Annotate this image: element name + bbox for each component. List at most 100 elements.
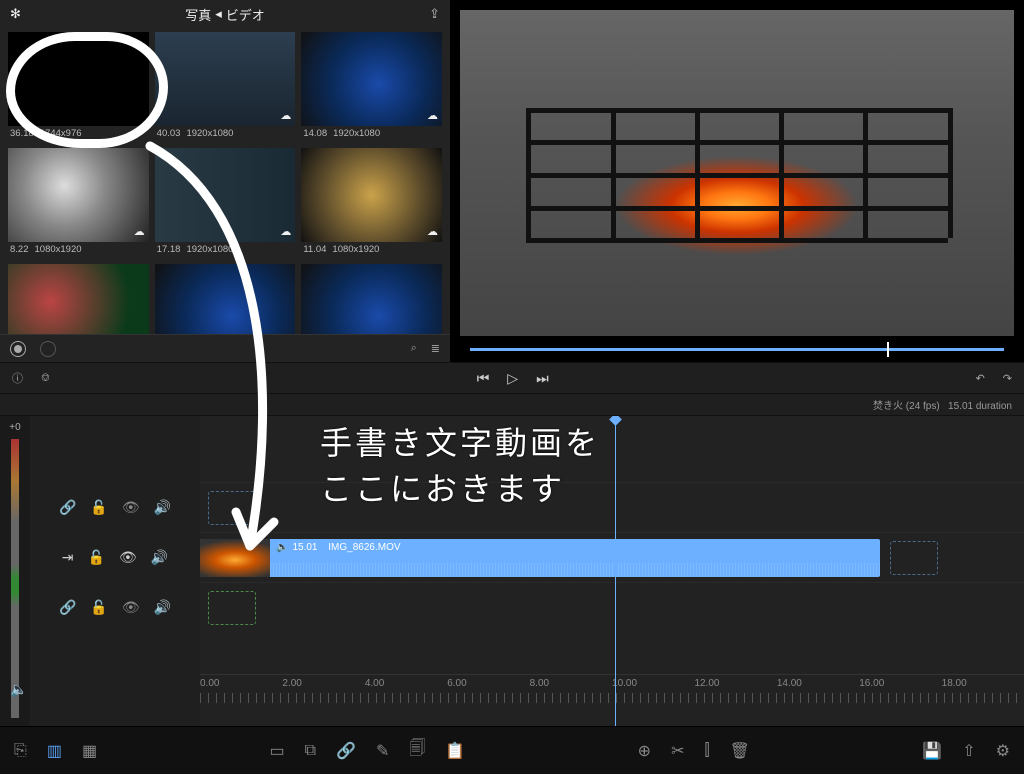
sound-icon[interactable]: 🔊 bbox=[151, 549, 168, 566]
cloud-icon: ☁ bbox=[280, 225, 291, 238]
add-button[interactable]: ⊕ bbox=[638, 741, 651, 761]
thumbnail-resolution: 1744x976 bbox=[40, 128, 82, 142]
export-icon[interactable]: ⇪ bbox=[429, 6, 440, 22]
tool-pencil-icon[interactable]: ✎ bbox=[376, 741, 389, 761]
thumbnail-duration: 36.18 bbox=[10, 128, 34, 142]
media-thumbnail[interactable]: ☁17.181920x1080 bbox=[155, 148, 296, 258]
playhead[interactable] bbox=[615, 416, 616, 726]
thumbnail-duration: 11.04 bbox=[303, 244, 326, 258]
video-clip[interactable]: 🔈 15.01 IMG_8626.MOV bbox=[200, 539, 880, 577]
eye-icon[interactable]: 👁 bbox=[122, 599, 140, 616]
media-thumbnail[interactable]: ☁ 11.04 1080x1920 bbox=[301, 148, 442, 258]
search-icon[interactable]: ⌕ bbox=[411, 342, 417, 355]
video-track-placeholder[interactable] bbox=[890, 541, 938, 575]
share-icon[interactable]: ⇧ bbox=[962, 741, 975, 761]
audio-track-placeholder[interactable] bbox=[208, 591, 256, 625]
fit-icon[interactable]: ⇥ bbox=[62, 549, 74, 566]
project-fps: (24 fps) bbox=[906, 401, 940, 412]
preview-pane bbox=[450, 0, 1024, 362]
library-tab-photo[interactable]: 写真 bbox=[185, 5, 211, 24]
tool-clipboard-icon[interactable]: 📋 bbox=[445, 741, 465, 761]
tool-box1-icon[interactable]: ▭ bbox=[269, 741, 284, 761]
library-panel-icon[interactable]: ▥ bbox=[47, 741, 62, 761]
thumbnail-resolution: 1080x1920 bbox=[332, 244, 379, 258]
lock-icon[interactable]: 🔓 bbox=[90, 499, 107, 516]
clip-duration: 15.01 bbox=[292, 542, 317, 553]
timeline-ruler[interactable]: 0.002.004.006.008.0010.0012.0014.0016.00… bbox=[200, 678, 1024, 689]
sound-icon[interactable]: 🔊 bbox=[154, 499, 171, 516]
cloud-icon: ☁ bbox=[280, 109, 291, 122]
lock-icon[interactable]: 🔓 bbox=[88, 549, 105, 566]
next-frame-button[interactable]: ⏭ bbox=[536, 370, 549, 387]
master-speaker-icon[interactable]: 🔈 bbox=[10, 681, 27, 698]
ruler-label: 12.00 bbox=[694, 678, 776, 689]
sound-icon[interactable]: 🔊 bbox=[154, 599, 171, 616]
preview-scrubber[interactable] bbox=[470, 348, 1004, 351]
thumbnail-image: ☁ bbox=[301, 32, 442, 126]
media-thumbnail[interactable]: ☁14.081920x1080 bbox=[301, 264, 442, 334]
rosette-icon[interactable]: ✻ bbox=[10, 6, 21, 22]
prev-frame-button[interactable]: ⏮ bbox=[477, 370, 490, 387]
thumbnail-image: ☁ bbox=[155, 264, 296, 334]
audio-meter bbox=[11, 439, 19, 718]
cloud-icon: ☁ bbox=[134, 225, 145, 238]
clip-thumbnail bbox=[200, 539, 270, 577]
thumbnail-resolution: 1080x1920 bbox=[35, 244, 82, 258]
bookmark-icon[interactable]: ⎊ bbox=[41, 372, 50, 385]
overlay-track-placeholder[interactable] bbox=[208, 491, 256, 525]
list-view-icon[interactable]: ≣ bbox=[431, 342, 440, 355]
thumbnail-duration: 14.08 bbox=[303, 128, 327, 142]
cloud-icon: ☁ bbox=[427, 225, 438, 238]
lock-icon[interactable]: 🔓 bbox=[90, 599, 107, 616]
select-mode-off-icon[interactable] bbox=[40, 341, 56, 357]
arrange-icon[interactable]: ⫿ bbox=[704, 742, 709, 760]
ruler-label: 0.00 bbox=[200, 678, 282, 689]
ruler-label: 2.00 bbox=[282, 678, 364, 689]
link-icon[interactable]: 🔗 bbox=[59, 499, 76, 516]
media-thumbnail[interactable]: ☁15.071920x1080 bbox=[155, 264, 296, 334]
tool-link-icon[interactable]: 🔗 bbox=[336, 741, 356, 761]
thumbnail-image: ☁ bbox=[301, 264, 442, 334]
undo-button[interactable]: ↶ bbox=[976, 372, 985, 385]
eye-icon[interactable]: 👁 bbox=[119, 549, 137, 566]
cut-button[interactable]: ✂ bbox=[671, 741, 684, 761]
ruler-label: 18.00 bbox=[942, 678, 1024, 689]
thumbnail-image: ☁ bbox=[155, 148, 296, 242]
media-thumbnail[interactable]: ☁40.031920x1080 bbox=[155, 32, 296, 142]
add-project-icon[interactable]: ⎘ bbox=[14, 742, 27, 760]
info-icon[interactable]: ⓘ bbox=[12, 370, 23, 386]
select-mode-on-icon[interactable] bbox=[10, 341, 26, 357]
redo-button[interactable]: ↷ bbox=[1003, 372, 1012, 385]
cloud-icon: ☁ bbox=[427, 109, 438, 122]
media-thumbnail[interactable]: ☁12.091080x1920 bbox=[8, 264, 149, 334]
trash-button[interactable]: 🗑 bbox=[730, 741, 750, 761]
scrubber-head[interactable] bbox=[887, 342, 889, 357]
link-icon[interactable]: 🔗 bbox=[59, 599, 76, 616]
project-duration: 15.01 duration bbox=[948, 401, 1012, 412]
tool-box2-icon[interactable]: ⧉ bbox=[305, 742, 316, 760]
thumbnail-resolution: 1920x1080 bbox=[186, 244, 233, 258]
bars-icon[interactable]: ▦ bbox=[82, 741, 97, 761]
ruler-label: 16.00 bbox=[859, 678, 941, 689]
ruler-label: 4.00 bbox=[365, 678, 447, 689]
settings-icon[interactable]: ⚙ bbox=[996, 741, 1010, 761]
save-icon[interactable]: 💾 bbox=[922, 741, 942, 761]
media-thumbnail[interactable]: ☁ 14.08 1920x1080 bbox=[301, 32, 442, 142]
preview-image[interactable] bbox=[460, 10, 1014, 336]
library-tab-video[interactable]: ビデオ bbox=[226, 5, 265, 24]
thumbnail-image: ☁ bbox=[8, 264, 149, 334]
ruler-label: 14.00 bbox=[777, 678, 859, 689]
tool-note-icon[interactable]: 🗐 bbox=[409, 737, 425, 764]
play-button[interactable]: ▷ bbox=[507, 370, 518, 387]
project-name: 焚き火 bbox=[873, 401, 903, 412]
media-thumbnail[interactable]: ☁8.221080x1920 bbox=[8, 148, 149, 258]
media-thumbnail[interactable]: 36.18 1744x976 bbox=[8, 32, 149, 142]
clip-sound-icon: 🔈 bbox=[276, 542, 288, 553]
thumbnail-resolution: 1920x1080 bbox=[333, 128, 380, 142]
ruler-label: 6.00 bbox=[447, 678, 529, 689]
thumbnail-resolution: 1920x1080 bbox=[186, 128, 233, 142]
thumbnail-image: ☁ bbox=[8, 148, 149, 242]
ruler-label: 8.00 bbox=[530, 678, 612, 689]
thumbnail-image: ☁ bbox=[301, 148, 442, 242]
eye-icon[interactable]: 👁 bbox=[122, 499, 140, 516]
